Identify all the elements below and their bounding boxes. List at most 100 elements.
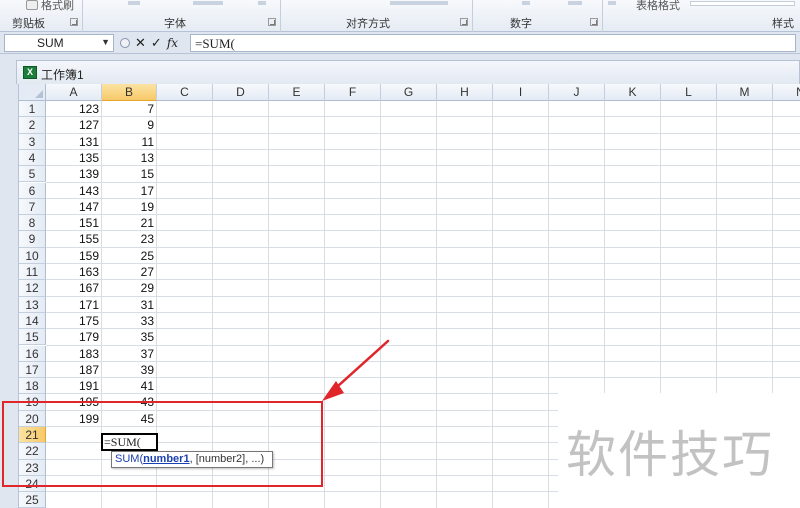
gridline	[46, 377, 800, 379]
cell-a25[interactable]	[46, 492, 102, 508]
formula-bar-grip-icon[interactable]	[120, 38, 130, 48]
cell-a10[interactable]: 159	[46, 248, 102, 265]
cell-styles-gallery[interactable]	[690, 1, 795, 6]
row-header-6[interactable]: 6	[19, 182, 46, 199]
cell-b7[interactable]: 19	[102, 199, 157, 216]
column-header-m[interactable]: M	[717, 84, 773, 101]
cell-b15[interactable]: 35	[102, 329, 157, 346]
cell-b9[interactable]: 23	[102, 231, 157, 248]
cell-b18[interactable]: 41	[102, 378, 157, 395]
cell-a18[interactable]: 191	[46, 378, 102, 395]
row-header-16[interactable]: 16	[19, 345, 46, 362]
workbook-title-bar[interactable]: X 工作簿1	[16, 60, 800, 84]
cell-a5[interactable]: 139	[46, 166, 102, 183]
column-header-k[interactable]: K	[605, 84, 661, 101]
row-header-13[interactable]: 13	[19, 296, 46, 313]
cell-b6[interactable]: 17	[102, 183, 157, 200]
row-header-8[interactable]: 8	[19, 215, 46, 232]
cell-a9[interactable]: 155	[46, 231, 102, 248]
cell-b17[interactable]: 39	[102, 362, 157, 379]
select-all-corner[interactable]	[19, 84, 46, 101]
cell-b25[interactable]	[102, 492, 157, 508]
column-header-g[interactable]: G	[381, 84, 437, 101]
cell-b10[interactable]: 25	[102, 248, 157, 265]
cell-b13[interactable]: 31	[102, 297, 157, 314]
column-header-f[interactable]: F	[325, 84, 381, 101]
cell-b1[interactable]: 7	[102, 101, 157, 118]
chevron-down-icon[interactable]: ▼	[101, 37, 110, 47]
cell-a7[interactable]: 147	[46, 199, 102, 216]
cell-a12[interactable]: 167	[46, 280, 102, 297]
name-box[interactable]: SUM ▼	[4, 34, 114, 52]
row-header-12[interactable]: 12	[19, 280, 46, 297]
column-header-a[interactable]: A	[46, 84, 102, 101]
format-as-table-button[interactable]: 表格格式	[636, 0, 680, 13]
insert-function-icon[interactable]: fx	[167, 34, 178, 52]
column-header-c[interactable]: C	[157, 84, 213, 101]
column-header-b[interactable]: B	[102, 84, 157, 101]
cell-a3[interactable]: 131	[46, 134, 102, 151]
cell-a11[interactable]: 163	[46, 264, 102, 281]
cell-b14[interactable]: 33	[102, 313, 157, 330]
font-color-stub[interactable]	[258, 1, 266, 5]
font-size-stub[interactable]	[193, 1, 223, 5]
cell-a2[interactable]: 127	[46, 117, 102, 134]
row-header-18[interactable]: 18	[19, 378, 46, 395]
row-header-11[interactable]: 11	[19, 264, 46, 281]
column-header-i[interactable]: I	[493, 84, 549, 101]
alignment-launcher-icon[interactable]	[460, 18, 468, 26]
watermark: 软件技巧	[558, 393, 800, 508]
merge-center-stub[interactable]	[390, 1, 448, 5]
cell-b3[interactable]: 11	[102, 134, 157, 151]
cell-a8[interactable]: 151	[46, 215, 102, 232]
row-header-17[interactable]: 17	[19, 361, 46, 379]
group-label-number: 数字	[510, 18, 532, 30]
cell-a14[interactable]: 175	[46, 313, 102, 330]
cell-a17[interactable]: 187	[46, 362, 102, 379]
number-launcher-icon[interactable]	[590, 18, 598, 26]
column-header-l[interactable]: L	[661, 84, 717, 101]
cell-b4[interactable]: 13	[102, 150, 157, 167]
cell-a13[interactable]: 171	[46, 297, 102, 314]
cell-a16[interactable]: 183	[46, 346, 102, 363]
cell-b5[interactable]: 15	[102, 166, 157, 183]
cell-a1[interactable]: 123	[46, 101, 102, 118]
cell-b2[interactable]: 9	[102, 117, 157, 134]
column-header-n[interactable]: N	[773, 84, 800, 101]
font-launcher-icon[interactable]	[268, 18, 276, 26]
cell-b12[interactable]: 29	[102, 280, 157, 297]
conditional-format-stub[interactable]	[608, 1, 616, 5]
formula-input[interactable]: =SUM(	[190, 34, 796, 52]
row-header-25[interactable]: 25	[19, 492, 46, 508]
number-format-stub[interactable]	[522, 1, 530, 5]
enter-formula-icon[interactable]: ✓	[151, 34, 162, 52]
gridline	[46, 214, 800, 216]
row-header-3[interactable]: 3	[19, 133, 46, 150]
cancel-formula-icon[interactable]: ✕	[135, 34, 146, 52]
cell-b8[interactable]: 21	[102, 215, 157, 232]
decimal-stub[interactable]	[568, 1, 582, 5]
row-header-15[interactable]: 15	[19, 329, 46, 346]
format-painter-button[interactable]: 格式刷	[26, 0, 74, 13]
row-header-4[interactable]: 4	[19, 149, 46, 167]
row-header-2[interactable]: 2	[19, 117, 46, 134]
column-header-e[interactable]: E	[269, 84, 325, 101]
column-header-h[interactable]: H	[437, 84, 493, 101]
group-label-alignment: 对齐方式	[346, 18, 390, 30]
row-header-14[interactable]: 14	[19, 312, 46, 330]
row-header-7[interactable]: 7	[19, 198, 46, 216]
cell-a15[interactable]: 179	[46, 329, 102, 346]
cell-a4[interactable]: 135	[46, 150, 102, 167]
row-header-10[interactable]: 10	[19, 247, 46, 264]
cell-a6[interactable]: 143	[46, 183, 102, 200]
column-header-d[interactable]: D	[213, 84, 269, 101]
row-header-9[interactable]: 9	[19, 231, 46, 248]
clipboard-launcher-icon[interactable]	[70, 18, 78, 26]
font-control-stub[interactable]	[128, 1, 140, 5]
row-header-5[interactable]: 5	[19, 166, 46, 183]
gridline	[548, 101, 549, 508]
column-header-j[interactable]: J	[549, 84, 605, 101]
row-header-1[interactable]: 1	[19, 101, 46, 118]
cell-b16[interactable]: 37	[102, 346, 157, 363]
cell-b11[interactable]: 27	[102, 264, 157, 281]
